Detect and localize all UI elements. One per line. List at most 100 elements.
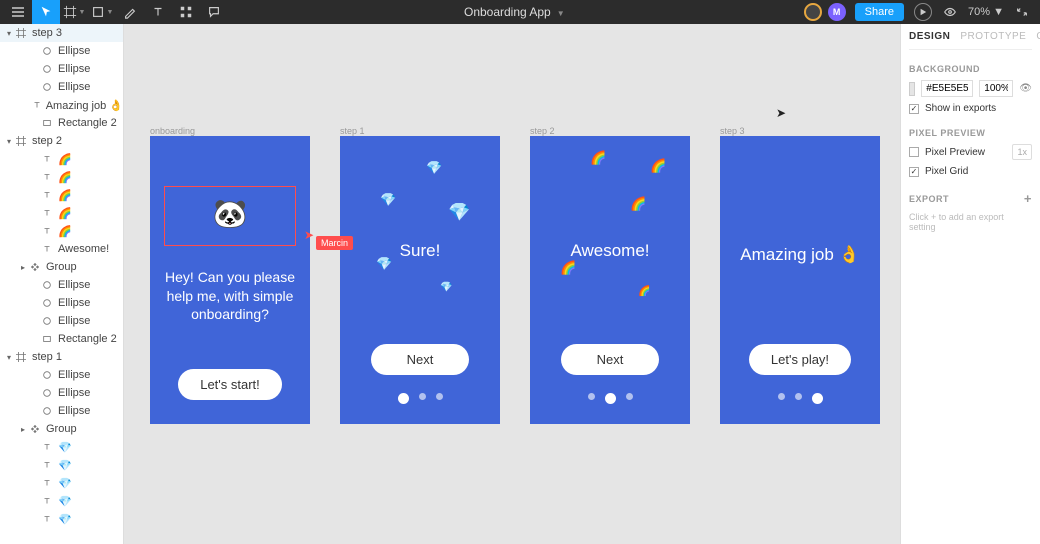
- frame-onboarding[interactable]: onboarding 🐼 Hey! Can you please help me…: [150, 136, 310, 424]
- layer-row[interactable]: Ellipse: [0, 42, 123, 60]
- section-export: EXPORT: [909, 194, 949, 204]
- present-button[interactable]: [914, 3, 932, 21]
- frame-label: step 1: [340, 126, 365, 136]
- layer-row[interactable]: Ellipse: [0, 276, 123, 294]
- twisty-icon[interactable]: ▾: [4, 29, 14, 38]
- text-icon: [40, 172, 54, 182]
- layer-label: Amazing job 👌: [46, 99, 123, 112]
- layer-row[interactable]: 🌈: [0, 222, 123, 240]
- twisty-icon[interactable]: ▾: [4, 137, 14, 146]
- export-hint: Click + to add an export setting: [909, 212, 1032, 232]
- layer-label: Ellipse: [58, 387, 90, 399]
- tab-design[interactable]: DESIGN: [909, 31, 950, 42]
- bg-hex-input[interactable]: [921, 80, 973, 97]
- layer-row[interactable]: 💎: [0, 492, 123, 510]
- twisty-icon[interactable]: ▸: [18, 263, 28, 272]
- zoom-level[interactable]: 70% ▼: [968, 6, 1004, 18]
- frame-label: onboarding: [150, 126, 195, 136]
- text-icon: [40, 226, 54, 236]
- cta-start[interactable]: Let's start!: [178, 369, 282, 400]
- layer-row[interactable]: Rectangle 2: [0, 330, 123, 348]
- avatar-collaborator-1[interactable]: [804, 3, 822, 21]
- onboarding-text: Hey! Can you please help me, with simple…: [150, 268, 310, 323]
- frame-label: step 2: [530, 126, 555, 136]
- twisty-icon[interactable]: ▾: [4, 353, 14, 362]
- layer-row[interactable]: Ellipse: [0, 402, 123, 420]
- layer-row[interactable]: Ellipse: [0, 312, 123, 330]
- layer-row[interactable]: ▾ step 3: [0, 24, 123, 42]
- add-export-button[interactable]: +: [1024, 191, 1032, 206]
- layer-row[interactable]: Ellipse: [0, 78, 123, 96]
- avatar-collaborator-2[interactable]: M: [828, 3, 846, 21]
- layer-row[interactable]: ▸Group: [0, 258, 123, 276]
- layer-row[interactable]: 🌈: [0, 186, 123, 204]
- layer-row[interactable]: 💎: [0, 510, 123, 528]
- checkbox-pixel-preview[interactable]: [909, 147, 919, 157]
- layer-label: step 3: [32, 27, 62, 39]
- layer-row[interactable]: Ellipse: [0, 294, 123, 312]
- layer-row[interactable]: 🌈: [0, 168, 123, 186]
- layer-row[interactable]: 💎: [0, 438, 123, 456]
- share-button[interactable]: Share: [855, 3, 904, 21]
- text-icon: [40, 190, 54, 200]
- cta-play[interactable]: Let's play!: [749, 344, 851, 375]
- component-tool[interactable]: [172, 0, 200, 24]
- text-icon: [32, 100, 42, 110]
- frame-step1[interactable]: step 1 💎 💎 💎 💎 💎 Sure! Next: [340, 136, 500, 424]
- layers-panel[interactable]: ▾step 3EllipseEllipseEllipseAmazing job …: [0, 24, 124, 544]
- menu-button[interactable]: [4, 0, 32, 24]
- bg-swatch[interactable]: [909, 82, 915, 96]
- cta-next[interactable]: Next: [371, 344, 470, 375]
- canvas[interactable]: onboarding 🐼 Hey! Can you please help me…: [124, 24, 900, 544]
- frame-step2[interactable]: step 2 🌈 🌈 🌈 🌈 🌈 Awesome! Next: [530, 136, 690, 424]
- ellipse-icon: [40, 298, 54, 308]
- frame-label: step 3: [720, 126, 745, 136]
- view-button[interactable]: [936, 0, 964, 24]
- layer-row[interactable]: Ellipse: [0, 60, 123, 78]
- frame-step3[interactable]: step 3 Amazing job 👌 Let's play!: [720, 136, 880, 424]
- step2-text: Awesome!: [556, 240, 663, 262]
- text-icon: [40, 208, 54, 218]
- move-tool[interactable]: [32, 0, 60, 24]
- twisty-icon[interactable]: ▸: [18, 425, 28, 434]
- layer-label: Rectangle 2: [58, 117, 117, 129]
- layer-label: step 1: [32, 351, 62, 363]
- layer-row[interactable]: ▾step 2: [0, 132, 123, 150]
- pen-tool[interactable]: [116, 0, 144, 24]
- layer-label: Group: [46, 423, 77, 435]
- text-tool[interactable]: [144, 0, 172, 24]
- layer-row[interactable]: 🌈: [0, 204, 123, 222]
- layer-label: Ellipse: [58, 315, 90, 327]
- document-title[interactable]: Onboarding App▼: [228, 5, 801, 19]
- layer-label: Awesome!: [58, 243, 109, 255]
- layer-label: Rectangle 2: [58, 333, 117, 345]
- layer-row[interactable]: Ellipse: [0, 366, 123, 384]
- tab-code[interactable]: CODE: [1036, 31, 1040, 42]
- shape-tool[interactable]: ▼: [88, 0, 116, 24]
- text-icon: [40, 460, 54, 470]
- layer-row[interactable]: 💎: [0, 456, 123, 474]
- expand-ui-button[interactable]: [1008, 0, 1036, 24]
- bg-opacity-input[interactable]: [979, 80, 1013, 97]
- layer-row[interactable]: ▸ Group: [0, 420, 123, 438]
- layer-row[interactable]: Awesome!: [0, 240, 123, 258]
- layer-row[interactable]: Rectangle 2: [0, 114, 123, 132]
- layer-row[interactable]: 🌈: [0, 150, 123, 168]
- layer-row[interactable]: ▾ step 1: [0, 348, 123, 366]
- pixel-preview-scale[interactable]: 1x: [1012, 144, 1032, 160]
- layer-row[interactable]: Ellipse: [0, 384, 123, 402]
- cta-next[interactable]: Next: [561, 344, 660, 375]
- comment-tool[interactable]: [200, 0, 228, 24]
- layer-row[interactable]: 💎: [0, 474, 123, 492]
- local-cursor: ➤: [776, 106, 786, 120]
- layer-row[interactable]: Amazing job 👌: [0, 96, 123, 114]
- pager-dots: [778, 393, 823, 404]
- checkbox-show-exports[interactable]: ✓: [909, 104, 919, 114]
- inspector-panel[interactable]: DESIGN PROTOTYPE CODE BACKGROUND 👁 ✓ Sho…: [900, 24, 1040, 544]
- panda-emoji: 🐼: [165, 197, 295, 230]
- eye-icon[interactable]: 👁: [1019, 83, 1032, 94]
- checkbox-pixel-grid[interactable]: ✓: [909, 167, 919, 177]
- selection-box: 🐼: [164, 186, 296, 246]
- frame-tool[interactable]: ▼: [60, 0, 88, 24]
- tab-prototype[interactable]: PROTOTYPE: [960, 31, 1026, 42]
